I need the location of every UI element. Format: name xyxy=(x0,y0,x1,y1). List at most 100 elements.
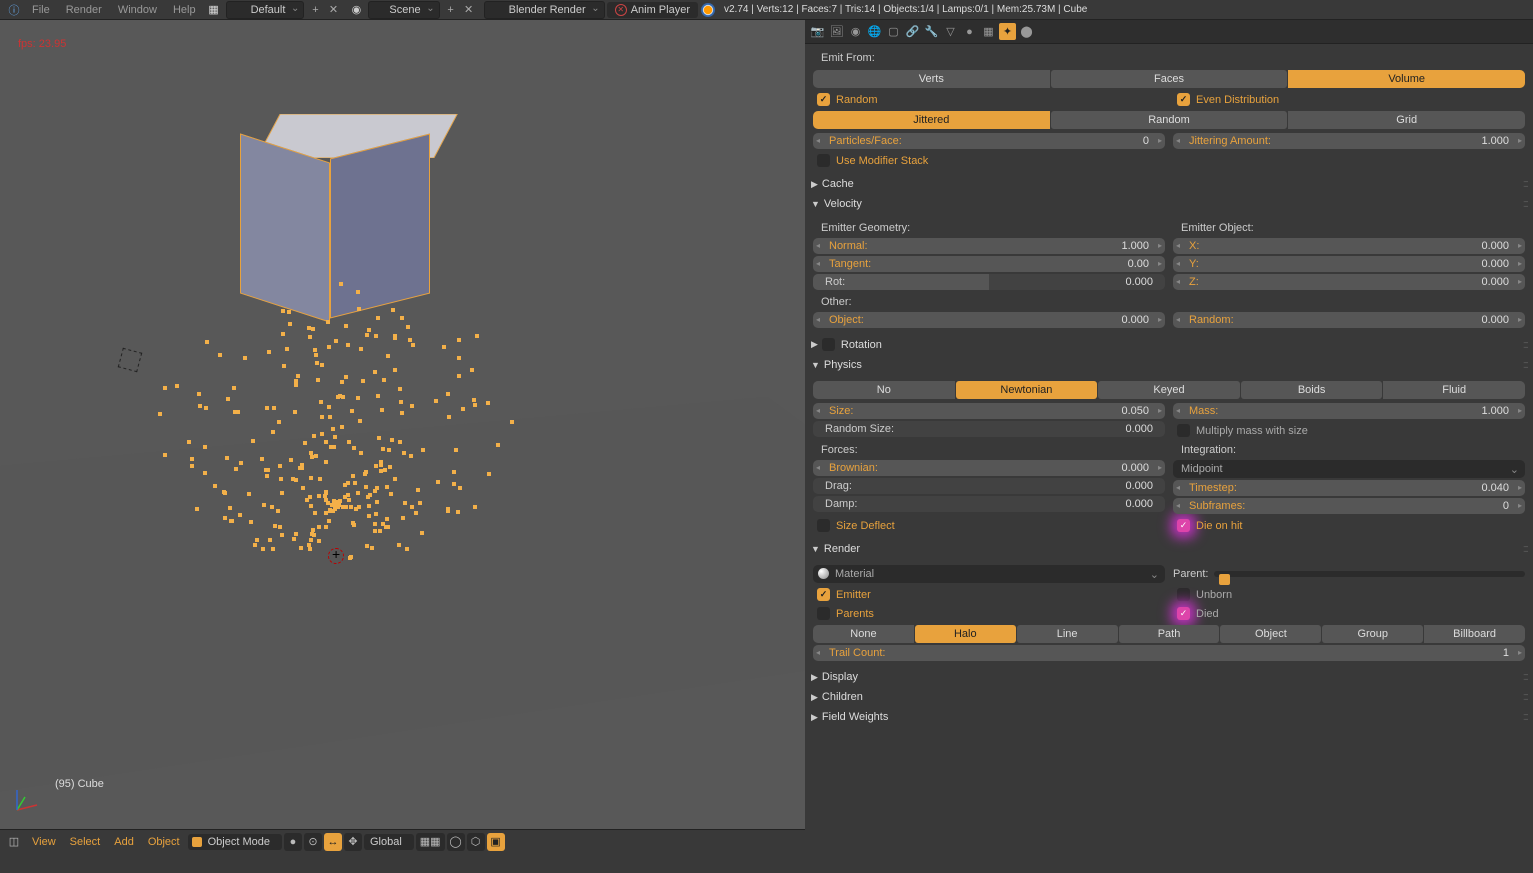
physics-no-button[interactable]: No xyxy=(813,381,955,399)
3dview-editor-icon[interactable]: ◫ xyxy=(6,834,22,850)
menu-help[interactable]: Help xyxy=(165,4,204,16)
snap-icon[interactable]: ⬡ xyxy=(467,833,485,851)
manipulator-icon[interactable]: ↔ xyxy=(324,833,342,851)
tab-particles-icon[interactable]: ✦ xyxy=(999,23,1016,40)
scene-icon[interactable]: ◉ xyxy=(348,2,364,18)
parent-field[interactable] xyxy=(1214,571,1525,577)
render-none-button[interactable]: None xyxy=(813,625,914,643)
random-checkbox[interactable] xyxy=(817,93,830,106)
use-modifier-checkbox[interactable] xyxy=(817,154,830,167)
layout-dropdown[interactable]: Default xyxy=(226,1,305,19)
scene-add-icon[interactable]: + xyxy=(443,2,459,18)
cache-panel-header[interactable]: ▶ Cache:::: xyxy=(805,174,1533,194)
jitter-amount-field[interactable]: Jittering Amount: 1.000 xyxy=(1173,133,1525,149)
pivot-icon[interactable]: ⊙ xyxy=(304,833,322,851)
vh-view[interactable]: View xyxy=(26,836,62,848)
layout-icon[interactable]: ▦ xyxy=(206,2,222,18)
tab-render-icon[interactable]: 📷 xyxy=(809,23,826,40)
tab-object-icon[interactable]: ▢ xyxy=(885,23,902,40)
emitter-checkbox[interactable] xyxy=(817,588,830,601)
trail-count-field[interactable]: Trail Count:1 xyxy=(813,645,1525,661)
timestep-field[interactable]: Timestep:0.040 xyxy=(1173,480,1525,496)
emit-volume-button[interactable]: Volume xyxy=(1288,70,1525,88)
render-billboard-button[interactable]: Billboard xyxy=(1424,625,1525,643)
tangent-field[interactable]: Tangent:0.00 xyxy=(813,256,1165,272)
tab-texture-icon[interactable]: ▦ xyxy=(980,23,997,40)
layout-delete-icon[interactable]: ✕ xyxy=(325,2,341,18)
random-size-field[interactable]: Random Size:0.000 xyxy=(813,421,1165,437)
shading-sphere-icon[interactable]: ● xyxy=(284,833,302,851)
tab-physics-icon[interactable]: ⬤ xyxy=(1018,23,1035,40)
even-dist-checkbox[interactable] xyxy=(1177,93,1190,106)
vel-random-field[interactable]: Random:0.000 xyxy=(1173,312,1525,328)
vel-y-field[interactable]: Y:0.000 xyxy=(1173,256,1525,272)
mult-mass-checkbox[interactable] xyxy=(1177,424,1190,437)
layout-add-icon[interactable]: + xyxy=(307,2,323,18)
particles-face-field[interactable]: Particles/Face: 0 xyxy=(813,133,1165,149)
brownian-field[interactable]: Brownian:0.000 xyxy=(813,460,1165,476)
physics-keyed-button[interactable]: Keyed xyxy=(1098,381,1240,399)
render-path-button[interactable]: Path xyxy=(1119,625,1220,643)
tab-world-icon[interactable]: 🌐 xyxy=(866,23,883,40)
died-checkbox[interactable] xyxy=(1177,607,1190,620)
dist-random-button[interactable]: Random xyxy=(1051,111,1288,129)
physics-panel-header[interactable]: ▼ Physics:::: xyxy=(805,355,1533,375)
normal-field[interactable]: Normal:1.000 xyxy=(813,238,1165,254)
render-object-button[interactable]: Object xyxy=(1220,625,1321,643)
rotation-panel-header[interactable]: ▶ Rotation:::: xyxy=(805,334,1533,355)
jittered-button[interactable]: Jittered xyxy=(813,111,1050,129)
dist-grid-button[interactable]: Grid xyxy=(1288,111,1525,129)
field-weights-panel-header[interactable]: ▶Field Weights:::: xyxy=(805,707,1533,727)
tab-scene-icon[interactable]: ◉ xyxy=(847,23,864,40)
subframes-field[interactable]: Subframes:0 xyxy=(1173,498,1525,514)
material-dropdown[interactable]: Material xyxy=(813,565,1165,583)
tab-material-icon[interactable]: ● xyxy=(961,23,978,40)
size-field[interactable]: Size:0.050 xyxy=(813,403,1165,419)
scene-dropdown[interactable]: Scene xyxy=(368,1,439,19)
mode-dropdown[interactable]: Object Mode xyxy=(188,834,282,850)
render-preview-icon[interactable]: ▣ xyxy=(487,833,505,851)
render-halo-button[interactable]: Halo xyxy=(915,625,1016,643)
render-group-button[interactable]: Group xyxy=(1322,625,1423,643)
parents-checkbox[interactable] xyxy=(817,607,830,620)
physics-newtonian-button[interactable]: Newtonian xyxy=(956,381,1098,399)
integration-dropdown[interactable]: Midpoint xyxy=(1173,460,1525,478)
drag-field[interactable]: Drag:0.000 xyxy=(813,478,1165,494)
proportional-icon[interactable]: ◯ xyxy=(447,833,465,851)
size-deflect-checkbox[interactable] xyxy=(817,519,830,532)
die-on-hit-checkbox[interactable] xyxy=(1177,519,1190,532)
render-line-button[interactable]: Line xyxy=(1017,625,1118,643)
orientation-dropdown[interactable]: Global xyxy=(364,834,414,850)
vel-x-field[interactable]: X:0.000 xyxy=(1173,238,1525,254)
rot-field[interactable]: Rot:0.000 xyxy=(813,274,1165,290)
emit-verts-button[interactable]: Verts xyxy=(813,70,1050,88)
render-panel-header[interactable]: ▼ Render:::: xyxy=(805,539,1533,559)
velocity-panel-header[interactable]: ▼ Velocity:::: xyxy=(805,194,1533,214)
info-editor-icon[interactable]: ⓘ xyxy=(6,2,22,18)
tab-modifiers-icon[interactable]: 🔧 xyxy=(923,23,940,40)
menu-render[interactable]: Render xyxy=(58,4,110,16)
tab-data-icon[interactable]: ▽ xyxy=(942,23,959,40)
vh-object[interactable]: Object xyxy=(142,836,186,848)
tab-renderlayers-icon[interactable]: 🖼 xyxy=(828,23,845,40)
scene-delete-icon[interactable]: ✕ xyxy=(461,2,477,18)
translate-icon[interactable]: ✥ xyxy=(344,833,362,851)
children-panel-header[interactable]: ▶Children:::: xyxy=(805,687,1533,707)
3d-viewport[interactable]: fps: 23.95 (95) Cube ◫ View Select Add O… xyxy=(0,20,805,853)
menu-file[interactable]: File xyxy=(24,4,58,16)
tab-constraints-icon[interactable]: 🔗 xyxy=(904,23,921,40)
display-panel-header[interactable]: ▶Display:::: xyxy=(805,667,1533,687)
menu-window[interactable]: Window xyxy=(110,4,165,16)
stop-icon[interactable]: ✕ xyxy=(615,4,627,16)
layers-widget[interactable]: ▦▦ xyxy=(416,833,445,851)
vel-object-field[interactable]: Object:0.000 xyxy=(813,312,1165,328)
vel-z-field[interactable]: Z:0.000 xyxy=(1173,274,1525,290)
unborn-checkbox[interactable] xyxy=(1177,588,1190,601)
damp-field[interactable]: Damp:0.000 xyxy=(813,496,1165,512)
physics-boids-button[interactable]: Boids xyxy=(1241,381,1383,399)
vh-add[interactable]: Add xyxy=(108,836,140,848)
emit-faces-button[interactable]: Faces xyxy=(1051,70,1288,88)
physics-fluid-button[interactable]: Fluid xyxy=(1383,381,1525,399)
cube-object[interactable] xyxy=(240,112,420,322)
mass-field[interactable]: Mass:1.000 xyxy=(1173,403,1525,419)
